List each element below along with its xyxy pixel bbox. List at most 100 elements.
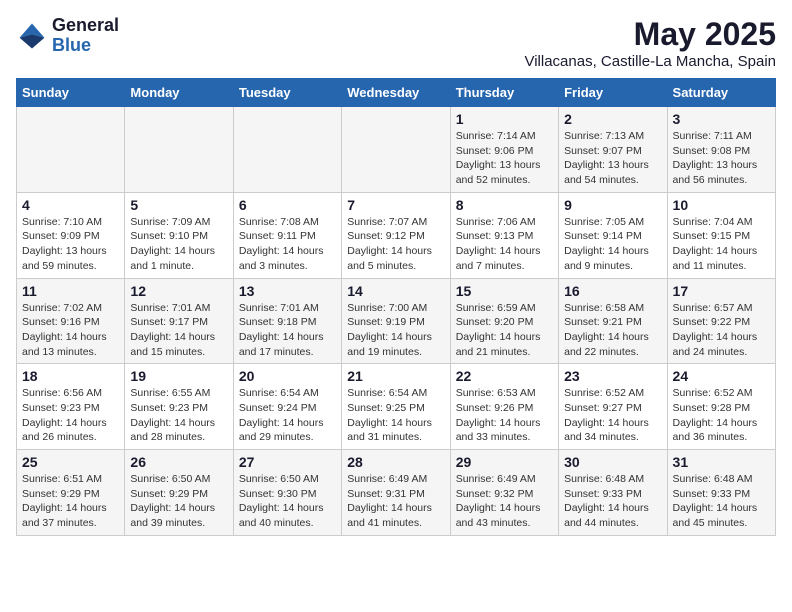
calendar-cell: 13 Sunrise: 7:01 AMSunset: 9:18 PMDayligh… — [233, 278, 341, 364]
day-number: 5 — [130, 197, 227, 213]
calendar-cell: 22 Sunrise: 6:53 AMSunset: 9:26 PMDayligh… — [450, 364, 558, 450]
day-number: 25 — [22, 454, 119, 470]
calendar-cell: 15Sunrise: 6:59 AMSunset: 9:20 PMDayligh… — [450, 278, 558, 364]
calendar-table: SundayMondayTuesdayWednesdayThursdayFrid… — [16, 78, 776, 536]
day-number: 11 — [22, 283, 119, 299]
day-number: 19 — [130, 368, 227, 384]
day-number: 7 — [347, 197, 444, 213]
calendar-cell: 20 Sunrise: 6:54 AMSunset: 9:24 PMDayligh… — [233, 364, 341, 450]
day-number: 20 — [239, 368, 336, 384]
day-info: Sunrise: 6:52 AMSunset: 9:28 PMDaylight:… — [673, 386, 770, 445]
day-info: Sunrise: 6:51 AMSunset: 9:29 PMDaylight:… — [22, 472, 119, 531]
calendar-cell: 16 Sunrise: 6:58 AMSunset: 9:21 PMDayligh… — [559, 278, 667, 364]
day-info: Sunrise: 6:48 AMSunset: 9:33 PMDaylight:… — [673, 472, 770, 531]
day-info: Sunrise: 6:55 AMSunset: 9:23 PMDaylight:… — [130, 386, 227, 445]
day-info: Sunrise: 7:01 AMSunset: 9:18 PMDaylight:… — [239, 301, 336, 360]
logo: General Blue — [16, 16, 119, 56]
day-info: Sunrise: 6:50 AMSunset: 9:30 PMDaylight:… — [239, 472, 336, 531]
calendar-cell: 12 Sunrise: 7:01 AMSunset: 9:17 PMDayligh… — [125, 278, 233, 364]
weekday-row: SundayMondayTuesdayWednesdayThursdayFrid… — [17, 79, 776, 107]
day-number: 1 — [456, 111, 553, 127]
day-number: 8 — [456, 197, 553, 213]
calendar-cell: 17Sunrise: 6:57 AMSunset: 9:22 PMDayligh… — [667, 278, 775, 364]
calendar-cell: 27 Sunrise: 6:50 AMSunset: 9:30 PMDayligh… — [233, 450, 341, 536]
day-number: 14 — [347, 283, 444, 299]
day-info: Sunrise: 7:11 AMSunset: 9:08 PMDaylight:… — [673, 129, 770, 188]
calendar-cell: 21 Sunrise: 6:54 AMSunset: 9:25 PMDayligh… — [342, 364, 450, 450]
weekday-header: Thursday — [450, 79, 558, 107]
day-info: Sunrise: 7:08 AMSunset: 9:11 PMDaylight:… — [239, 215, 336, 274]
weekday-header: Monday — [125, 79, 233, 107]
day-number: 12 — [130, 283, 227, 299]
day-number: 24 — [673, 368, 770, 384]
calendar-week-row: 1 Sunrise: 7:14 AMSunset: 9:06 PMDaylight… — [17, 107, 776, 193]
day-info: Sunrise: 6:54 AMSunset: 9:24 PMDaylight:… — [239, 386, 336, 445]
day-info: Sunrise: 6:54 AMSunset: 9:25 PMDaylight:… — [347, 386, 444, 445]
calendar-body: 1 Sunrise: 7:14 AMSunset: 9:06 PMDaylight… — [17, 107, 776, 536]
day-number: 6 — [239, 197, 336, 213]
day-number: 3 — [673, 111, 770, 127]
calendar-cell: 28 Sunrise: 6:49 AMSunset: 9:31 PMDayligh… — [342, 450, 450, 536]
calendar-cell — [342, 107, 450, 193]
day-number: 4 — [22, 197, 119, 213]
weekday-header: Tuesday — [233, 79, 341, 107]
calendar-week-row: 11 Sunrise: 7:02 AMSunset: 9:16 PMDayligh… — [17, 278, 776, 364]
logo-icon — [16, 20, 48, 52]
day-number: 23 — [564, 368, 661, 384]
calendar-cell — [233, 107, 341, 193]
calendar-cell: 7 Sunrise: 7:07 AMSunset: 9:12 PMDaylight… — [342, 192, 450, 278]
day-number: 18 — [22, 368, 119, 384]
day-number: 13 — [239, 283, 336, 299]
day-number: 17 — [673, 283, 770, 299]
calendar-cell: 26Sunrise: 6:50 AMSunset: 9:29 PMDayligh… — [125, 450, 233, 536]
day-number: 31 — [673, 454, 770, 470]
day-number: 28 — [347, 454, 444, 470]
day-info: Sunrise: 7:00 AMSunset: 9:19 PMDaylight:… — [347, 301, 444, 360]
day-number: 29 — [456, 454, 553, 470]
day-info: Sunrise: 6:50 AMSunset: 9:29 PMDaylight:… — [130, 472, 227, 531]
day-info: Sunrise: 6:58 AMSunset: 9:21 PMDaylight:… — [564, 301, 661, 360]
calendar-cell: 18Sunrise: 6:56 AMSunset: 9:23 PMDayligh… — [17, 364, 125, 450]
logo-blue: Blue — [52, 35, 91, 55]
day-info: Sunrise: 6:49 AMSunset: 9:31 PMDaylight:… — [347, 472, 444, 531]
header: General Blue May 2025 Villacanas, Castil… — [16, 16, 776, 70]
logo-text: General Blue — [52, 16, 119, 56]
day-info: Sunrise: 7:02 AMSunset: 9:16 PMDaylight:… — [22, 301, 119, 360]
day-number: 21 — [347, 368, 444, 384]
calendar-week-row: 18Sunrise: 6:56 AMSunset: 9:23 PMDayligh… — [17, 364, 776, 450]
calendar-cell: 6 Sunrise: 7:08 AMSunset: 9:11 PMDaylight… — [233, 192, 341, 278]
day-info: Sunrise: 6:48 AMSunset: 9:33 PMDaylight:… — [564, 472, 661, 531]
calendar-cell: 2 Sunrise: 7:13 AMSunset: 9:07 PMDaylight… — [559, 107, 667, 193]
calendar-cell: 29 Sunrise: 6:49 AMSunset: 9:32 PMDayligh… — [450, 450, 558, 536]
calendar-cell: 31 Sunrise: 6:48 AMSunset: 9:33 PMDayligh… — [667, 450, 775, 536]
day-info: Sunrise: 7:14 AMSunset: 9:06 PMDaylight:… — [456, 129, 553, 188]
weekday-header: Friday — [559, 79, 667, 107]
calendar-cell: 19 Sunrise: 6:55 AMSunset: 9:23 PMDayligh… — [125, 364, 233, 450]
calendar-cell: 24 Sunrise: 6:52 AMSunset: 9:28 PMDayligh… — [667, 364, 775, 450]
calendar-cell: 11 Sunrise: 7:02 AMSunset: 9:16 PMDayligh… — [17, 278, 125, 364]
day-info: Sunrise: 6:49 AMSunset: 9:32 PMDaylight:… — [456, 472, 553, 531]
day-info: Sunrise: 7:07 AMSunset: 9:12 PMDaylight:… — [347, 215, 444, 274]
calendar-subtitle: Villacanas, Castille-La Mancha, Spain — [524, 53, 776, 70]
day-info: Sunrise: 7:05 AMSunset: 9:14 PMDaylight:… — [564, 215, 661, 274]
day-info: Sunrise: 6:59 AMSunset: 9:20 PMDaylight:… — [456, 301, 553, 360]
day-number: 16 — [564, 283, 661, 299]
logo-general: General — [52, 15, 119, 35]
day-info: Sunrise: 7:01 AMSunset: 9:17 PMDaylight:… — [130, 301, 227, 360]
day-number: 2 — [564, 111, 661, 127]
calendar-cell — [125, 107, 233, 193]
day-number: 30 — [564, 454, 661, 470]
day-info: Sunrise: 6:53 AMSunset: 9:26 PMDaylight:… — [456, 386, 553, 445]
weekday-header: Saturday — [667, 79, 775, 107]
calendar-cell: 30 Sunrise: 6:48 AMSunset: 9:33 PMDayligh… — [559, 450, 667, 536]
day-number: 22 — [456, 368, 553, 384]
calendar-week-row: 4Sunrise: 7:10 AMSunset: 9:09 PMDaylight… — [17, 192, 776, 278]
calendar-cell: 4Sunrise: 7:10 AMSunset: 9:09 PMDaylight… — [17, 192, 125, 278]
calendar-title: May 2025 — [524, 16, 776, 53]
calendar-cell: 25 Sunrise: 6:51 AMSunset: 9:29 PMDayligh… — [17, 450, 125, 536]
day-info: Sunrise: 7:13 AMSunset: 9:07 PMDaylight:… — [564, 129, 661, 188]
day-info: Sunrise: 7:04 AMSunset: 9:15 PMDaylight:… — [673, 215, 770, 274]
day-info: Sunrise: 7:09 AMSunset: 9:10 PMDaylight:… — [130, 215, 227, 274]
day-number: 27 — [239, 454, 336, 470]
day-info: Sunrise: 6:52 AMSunset: 9:27 PMDaylight:… — [564, 386, 661, 445]
